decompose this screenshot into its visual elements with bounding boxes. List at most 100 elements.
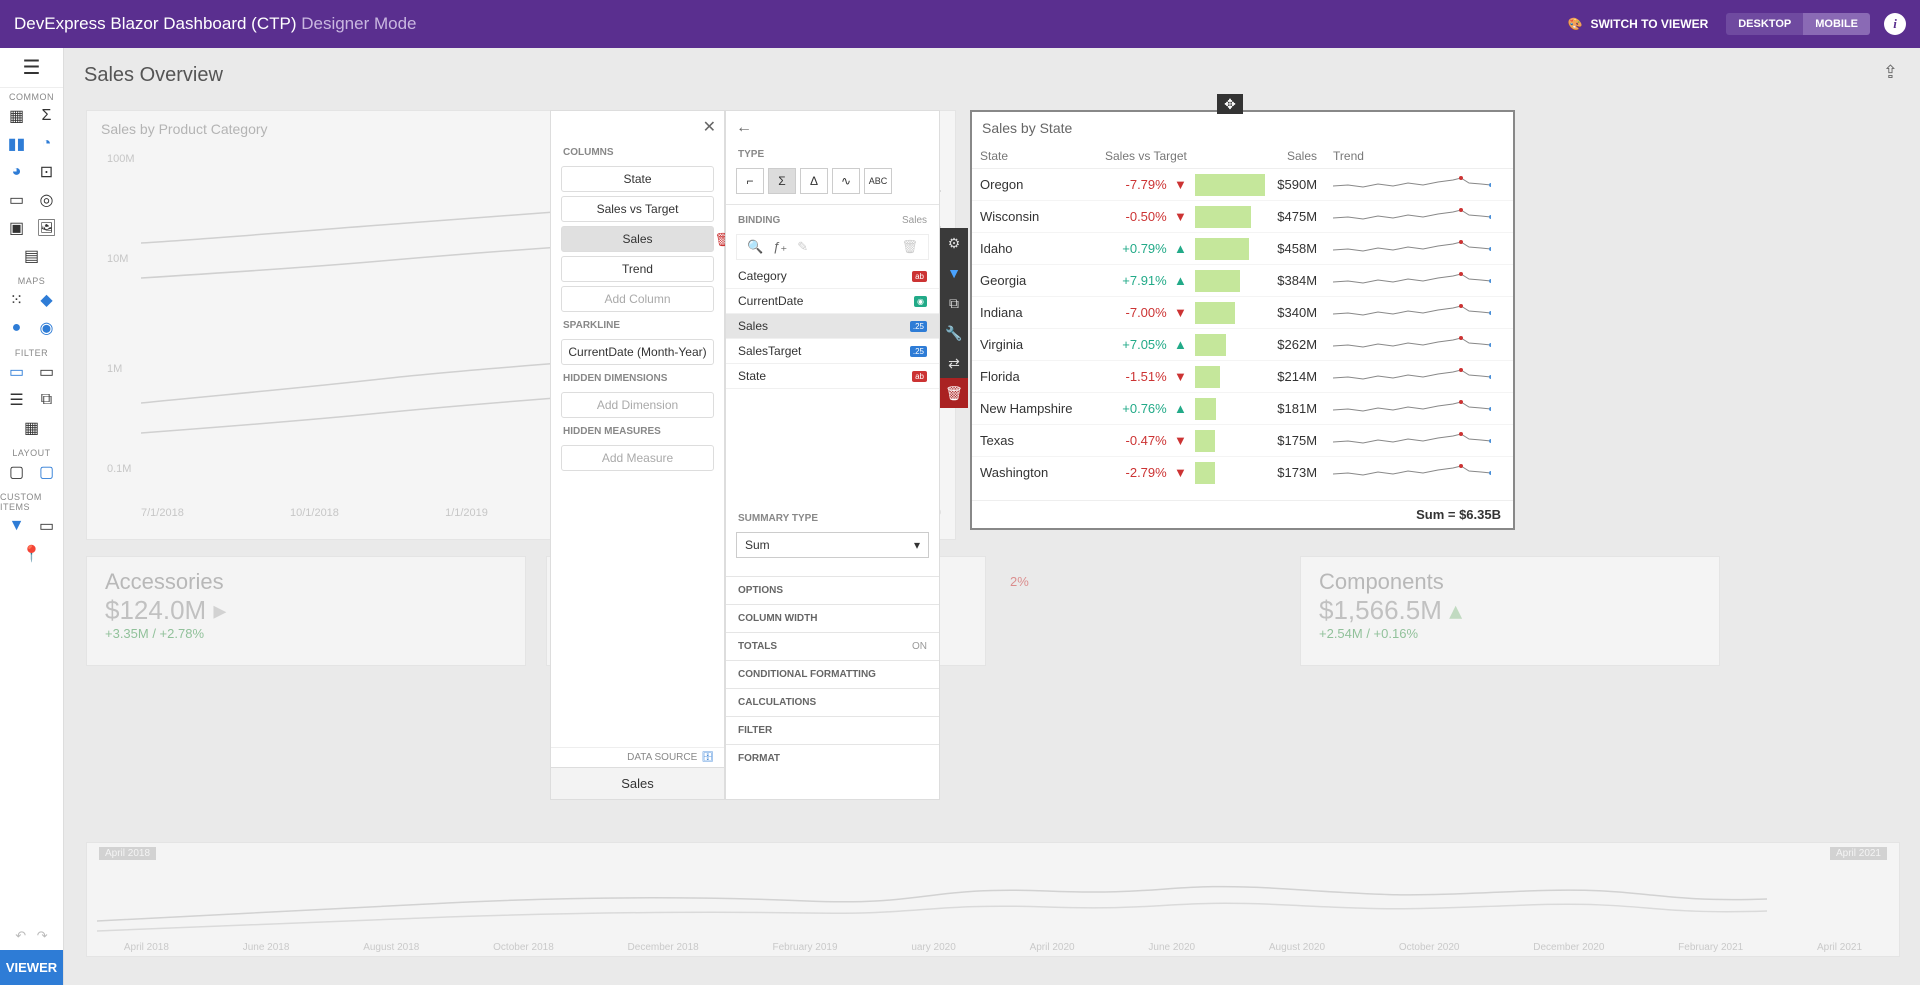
table-row[interactable]: Oregon -7.79% ▼ $590M — [972, 169, 1513, 201]
table-row[interactable]: Idaho +0.79% ▲ $458M — [972, 233, 1513, 265]
col-header-svt[interactable]: Sales vs Target — [1089, 144, 1195, 169]
table-row[interactable]: Washington -2.79% ▼ $173M — [972, 457, 1513, 485]
grid-icon[interactable]: ▦ — [5, 104, 29, 128]
range-filter-icon[interactable]: ▭ — [5, 360, 29, 384]
gauge-icon[interactable]: ⊡ — [35, 160, 59, 184]
clear-icon[interactable]: 🗑 — [901, 239, 918, 255]
table-row[interactable]: New Hampshire +0.76% ▲ $181M — [972, 393, 1513, 425]
delete-tile-icon[interactable]: 🗑 — [940, 378, 968, 408]
accordion-item[interactable]: FORMAT — [726, 744, 939, 772]
hamburger-button[interactable]: ☰ — [0, 48, 64, 88]
combo-filter-icon[interactable]: ▭ — [35, 360, 59, 384]
redo-button[interactable]: ↷ — [37, 928, 48, 944]
convert-icon[interactable]: ⇄ — [940, 348, 968, 378]
type-measure-button[interactable]: Σ — [768, 168, 796, 194]
choropleth-icon[interactable]: ◆ — [35, 288, 59, 312]
bubble-map-icon[interactable]: ● — [5, 316, 29, 340]
timeline-x-label: uary 2020 — [911, 942, 955, 953]
accordion-item[interactable]: FILTER — [726, 716, 939, 744]
cell-sales: $475M — [1265, 201, 1325, 233]
geo-point-icon[interactable]: ⁙ — [5, 288, 29, 312]
add-dimension-button[interactable]: Add Dimension — [561, 392, 714, 418]
column-pill-selected[interactable]: Sales🗑 — [561, 226, 714, 252]
type-sparkline-button[interactable]: ∿ — [832, 168, 860, 194]
interactivity-icon[interactable]: ⧉ — [940, 288, 968, 318]
col-header-sales[interactable]: Sales — [1265, 144, 1325, 169]
table-row[interactable]: Wisconsin -0.50% ▼ $475M — [972, 201, 1513, 233]
accordion-item[interactable]: CONDITIONAL FORMATTING — [726, 660, 939, 688]
binding-item[interactable]: Stateab — [726, 364, 939, 389]
timeline-tile[interactable]: April 2018 April 2021 April 2018June 201… — [86, 842, 1900, 957]
custom-icon[interactable]: ▭ — [35, 514, 59, 538]
data-source-value[interactable]: Sales — [551, 767, 724, 799]
column-pill[interactable]: State — [561, 166, 714, 192]
binding-item[interactable]: CurrentDate◉ — [726, 289, 939, 314]
table-row[interactable]: Georgia +7.91% ▲ $384M — [972, 265, 1513, 297]
add-measure-button[interactable]: Add Measure — [561, 445, 714, 471]
type-delta-button[interactable]: Δ — [800, 168, 828, 194]
add-calc-icon[interactable]: ƒ₊ — [773, 239, 787, 255]
switch-to-viewer-button[interactable]: 🎨 SWITCH TO VIEWER — [1568, 17, 1709, 31]
viewer-mode-button[interactable]: VIEWER — [0, 950, 63, 985]
pie-icon[interactable]: ◕ — [5, 160, 29, 184]
card-icon[interactable]: ▭ — [5, 188, 29, 212]
table-row[interactable]: Florida -1.51% ▼ $214M — [972, 361, 1513, 393]
text-icon[interactable]: ▤ — [20, 244, 44, 268]
edit-icon[interactable]: ✎ — [797, 239, 808, 255]
table-row[interactable]: Virginia +7.05% ▲ $262M — [972, 329, 1513, 361]
sparkline-pill[interactable]: CurrentDate (Month-Year) — [561, 339, 714, 365]
scatter-icon[interactable]: ◔ — [35, 132, 59, 156]
move-handle-icon[interactable]: ✥ — [1217, 94, 1243, 114]
kpi-card[interactable]: Accessories $124.0M ▸ +3.35M / +2.78% — [86, 556, 526, 666]
col-header-trend[interactable]: Trend — [1325, 144, 1513, 169]
tab-container-icon[interactable]: ▢ — [35, 460, 59, 484]
binding-item[interactable]: Sales.25 — [726, 314, 939, 339]
wrench-icon[interactable]: 🔧 — [940, 318, 968, 348]
pin-icon[interactable]: 📍 — [20, 542, 44, 566]
table-row[interactable]: Texas -0.47% ▼ $175M — [972, 425, 1513, 457]
cell-sales: $181M — [1265, 393, 1325, 425]
filter-icon[interactable]: ▼ — [940, 258, 968, 288]
type-dimension-button[interactable]: ⌐ — [736, 168, 764, 194]
binding-item[interactable]: SalesTarget.25 — [726, 339, 939, 364]
back-icon[interactable]: ← — [736, 119, 752, 136]
group-icon[interactable]: ▢ — [5, 460, 29, 484]
binding-item[interactable]: Categoryab — [726, 264, 939, 289]
info-button[interactable]: i — [1884, 13, 1906, 35]
tab-desktop[interactable]: DESKTOP — [1726, 13, 1803, 35]
grid-tile[interactable]: ✥ Sales by State State Sales vs Target S… — [970, 110, 1515, 530]
add-column-button[interactable]: Add Column — [561, 286, 714, 312]
accordion-item[interactable]: COLUMN WIDTH — [726, 604, 939, 632]
chart-icon[interactable]: ▮▮ — [5, 132, 29, 156]
search-icon[interactable]: 🔍 — [747, 239, 763, 255]
cell-sales: $214M — [1265, 361, 1325, 393]
undo-button[interactable]: ↶ — [15, 928, 26, 944]
kpi-delta-fragment: 2% — [1010, 574, 1029, 589]
summary-type-select[interactable]: Sum▾ — [736, 532, 929, 558]
funnel-icon[interactable]: ▼ — [5, 514, 29, 538]
treemap-icon[interactable]: ▣ — [5, 216, 29, 240]
tab-mobile[interactable]: MOBILE — [1803, 13, 1870, 35]
accordion-item[interactable]: TOTALSON — [726, 632, 939, 660]
image-icon[interactable]: 🖼 — [35, 216, 59, 240]
tree-filter-icon[interactable]: ⧉ — [35, 388, 59, 412]
col-header-state[interactable]: State — [972, 144, 1089, 169]
date-filter-icon[interactable]: ▦ — [20, 416, 44, 440]
accordion-item[interactable]: OPTIONS — [726, 576, 939, 604]
close-icon[interactable]: ✕ — [703, 117, 716, 137]
chart-y-label: 100M — [107, 153, 135, 165]
table-row[interactable]: Indiana -7.00% ▼ $340M — [972, 297, 1513, 329]
pie-map-icon[interactable]: ◉ — [35, 316, 59, 340]
export-icon[interactable]: ⇪ — [1883, 62, 1898, 83]
chart-y-label: 0.1M — [107, 463, 131, 475]
cell-bar — [1195, 201, 1265, 233]
column-pill[interactable]: Trend — [561, 256, 714, 282]
column-pill[interactable]: Sales vs Target — [561, 196, 714, 222]
data-source-row[interactable]: DATA SOURCE🗄 — [551, 747, 724, 767]
pivot-icon[interactable]: Σ — [35, 104, 59, 128]
gear-icon[interactable]: ⚙ — [940, 228, 968, 258]
accordion-item[interactable]: CALCULATIONS — [726, 688, 939, 716]
type-text-button[interactable]: ABC — [864, 168, 892, 194]
list-filter-icon[interactable]: ☰ — [5, 388, 29, 412]
kpi-icon[interactable]: ◎ — [35, 188, 59, 212]
